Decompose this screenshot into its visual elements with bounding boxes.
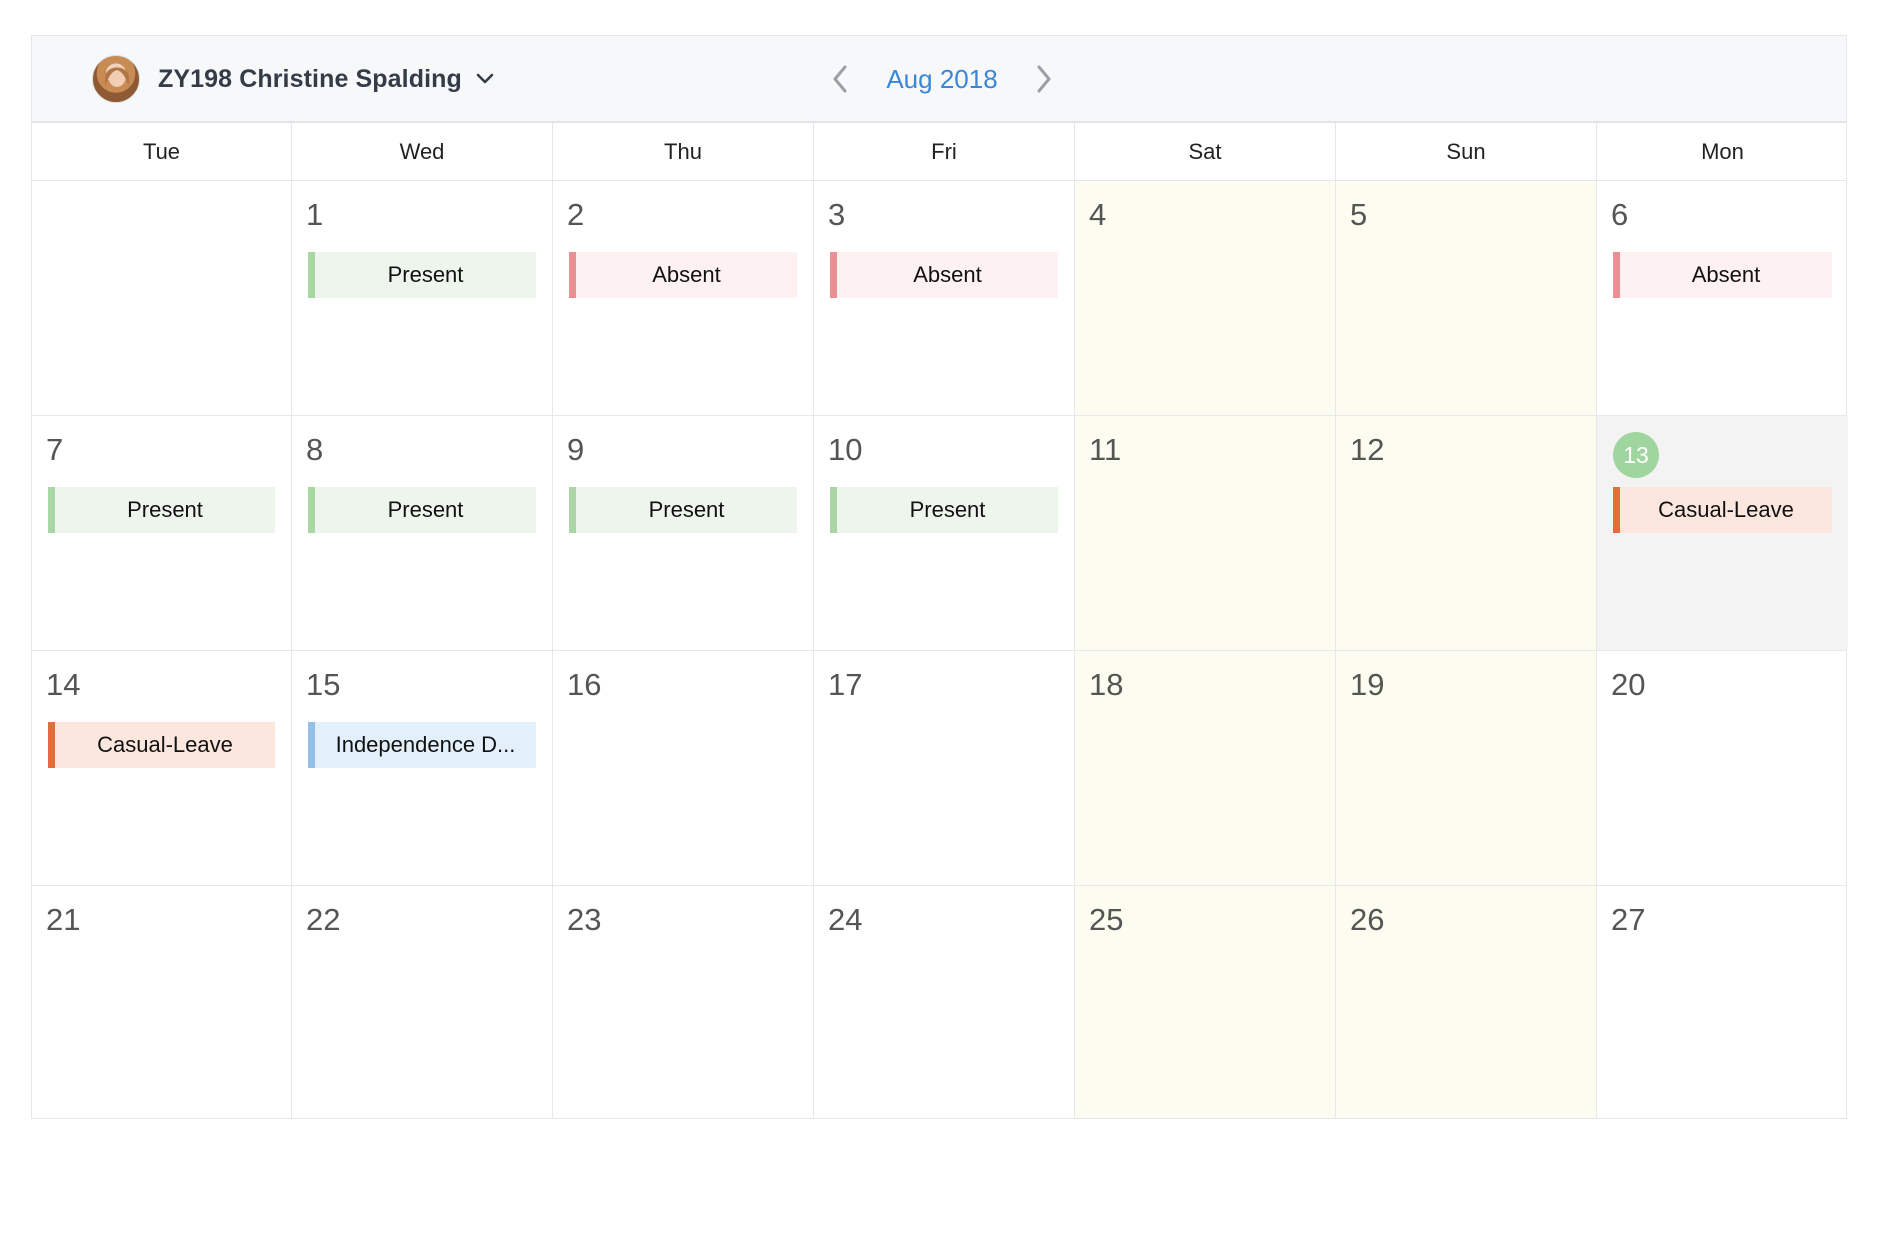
day-number: 18 bbox=[1089, 667, 1124, 702]
week-row: 21 22 23 24 25 26 27 bbox=[32, 886, 1846, 1118]
employee-name: ZY198 Christine Spalding bbox=[158, 64, 462, 93]
day-cell[interactable]: 17 bbox=[814, 651, 1075, 885]
day-cell[interactable]: 10 Present bbox=[814, 416, 1075, 650]
day-number: 3 bbox=[828, 197, 846, 232]
day-number: 1 bbox=[306, 197, 324, 232]
employee-selector[interactable]: ZY198 Christine Spalding bbox=[92, 52, 496, 106]
day-cell[interactable]: 24 bbox=[814, 886, 1075, 1118]
attendance-event-holiday[interactable]: Independence D... bbox=[308, 722, 536, 768]
attendance-event-present[interactable]: Present bbox=[308, 252, 536, 298]
day-cell[interactable]: 12 bbox=[1336, 416, 1597, 650]
day-number: 9 bbox=[567, 432, 585, 467]
attendance-event-absent[interactable]: Absent bbox=[830, 252, 1058, 298]
day-cell[interactable]: 11 bbox=[1075, 416, 1336, 650]
day-cell[interactable]: 25 bbox=[1075, 886, 1336, 1118]
month-navigator: Aug 2018 bbox=[822, 52, 1062, 106]
weekday-label: Tue bbox=[32, 123, 292, 180]
attendance-event-leave[interactable]: Casual-Leave bbox=[48, 722, 275, 768]
day-number: 21 bbox=[46, 902, 81, 937]
day-cell[interactable]: 8 Present bbox=[292, 416, 553, 650]
day-number: 17 bbox=[828, 667, 863, 702]
day-cell[interactable]: 5 bbox=[1336, 181, 1597, 415]
day-cell[interactable]: 16 bbox=[553, 651, 814, 885]
day-number: 10 bbox=[828, 432, 863, 467]
chevron-down-icon[interactable] bbox=[474, 68, 496, 90]
day-number: 26 bbox=[1350, 902, 1385, 937]
day-number: 25 bbox=[1089, 902, 1124, 937]
day-cell[interactable]: 9 Present bbox=[553, 416, 814, 650]
attendance-event-absent[interactable]: Absent bbox=[1613, 252, 1832, 298]
day-cell[interactable]: 1 Present bbox=[292, 181, 553, 415]
day-cell[interactable]: 13 Casual-Leave bbox=[1597, 416, 1848, 650]
day-number: 11 bbox=[1089, 432, 1122, 467]
day-cell[interactable]: 18 bbox=[1075, 651, 1336, 885]
day-number: 16 bbox=[567, 667, 602, 702]
day-cell[interactable]: 21 bbox=[32, 886, 292, 1118]
day-cell[interactable]: 26 bbox=[1336, 886, 1597, 1118]
day-number: 24 bbox=[828, 902, 863, 937]
attendance-event-leave[interactable]: Casual-Leave bbox=[1613, 487, 1832, 533]
day-cell[interactable]: 6 Absent bbox=[1597, 181, 1848, 415]
day-cell[interactable]: 23 bbox=[553, 886, 814, 1118]
day-number: 12 bbox=[1350, 432, 1385, 467]
avatar bbox=[92, 55, 140, 103]
day-cell[interactable]: 14 Casual-Leave bbox=[32, 651, 292, 885]
attendance-event-present[interactable]: Present bbox=[48, 487, 275, 533]
attendance-event-present[interactable]: Present bbox=[830, 487, 1058, 533]
calendar-grid: 1 Present 2 Absent 3 Absent 4 5 6 Absent 7 Present 8… bbox=[32, 181, 1848, 1118]
day-cell[interactable]: 3 Absent bbox=[814, 181, 1075, 415]
empty-day-cell bbox=[32, 181, 292, 415]
day-number: 20 bbox=[1611, 667, 1646, 702]
attendance-event-present[interactable]: Present bbox=[569, 487, 797, 533]
chevron-right-icon[interactable] bbox=[1026, 61, 1062, 97]
day-cell[interactable]: 22 bbox=[292, 886, 553, 1118]
day-cell[interactable]: 20 bbox=[1597, 651, 1848, 885]
day-number: 6 bbox=[1611, 197, 1629, 232]
current-month[interactable]: Aug 2018 bbox=[858, 64, 1026, 95]
week-row: 14 Casual-Leave 15 Independence D... 16 17 18 1… bbox=[32, 651, 1846, 886]
day-cell[interactable]: 15 Independence D... bbox=[292, 651, 553, 885]
day-number: 27 bbox=[1611, 902, 1646, 937]
day-cell[interactable]: 27 bbox=[1597, 886, 1848, 1118]
week-row: 7 Present 8 Present 9 Present 10 Present 11 12 13 C… bbox=[32, 416, 1848, 651]
day-number: 4 bbox=[1089, 197, 1107, 232]
day-cell[interactable]: 7 Present bbox=[32, 416, 292, 650]
week-row: 1 Present 2 Absent 3 Absent 4 5 6 Absent bbox=[32, 181, 1846, 416]
day-number: 8 bbox=[306, 432, 324, 467]
attendance-event-present[interactable]: Present bbox=[308, 487, 536, 533]
day-cell[interactable]: 4 bbox=[1075, 181, 1336, 415]
calendar-header: ZY198 Christine Spalding Aug 2018 bbox=[32, 36, 1846, 123]
day-number: 19 bbox=[1350, 667, 1385, 702]
attendance-calendar: ZY198 Christine Spalding Aug 2018 Tue We… bbox=[31, 35, 1848, 1119]
day-number: 5 bbox=[1350, 197, 1368, 232]
weekday-label: Mon bbox=[1701, 138, 1744, 164]
weekday-label: Thu bbox=[553, 123, 814, 180]
day-cell[interactable]: 2 Absent bbox=[553, 181, 814, 415]
day-cell[interactable]: 19 bbox=[1336, 651, 1597, 885]
weekday-label: Sat bbox=[1075, 123, 1336, 180]
weekday-header-row: Tue Wed Thu Fri Sat Sun Mon bbox=[32, 123, 1846, 181]
weekday-label: Sun bbox=[1336, 123, 1597, 180]
day-number: 15 bbox=[306, 667, 341, 702]
weekday-label: Wed bbox=[292, 123, 553, 180]
day-number: 7 bbox=[46, 432, 64, 467]
day-number: 22 bbox=[306, 902, 341, 937]
chevron-left-icon[interactable] bbox=[822, 61, 858, 97]
day-number: 2 bbox=[567, 197, 585, 232]
weekday-label: Fri bbox=[814, 123, 1075, 180]
today-badge: 13 bbox=[1613, 432, 1659, 478]
day-number: 14 bbox=[46, 667, 81, 702]
attendance-event-absent[interactable]: Absent bbox=[569, 252, 797, 298]
day-number: 23 bbox=[567, 902, 602, 937]
